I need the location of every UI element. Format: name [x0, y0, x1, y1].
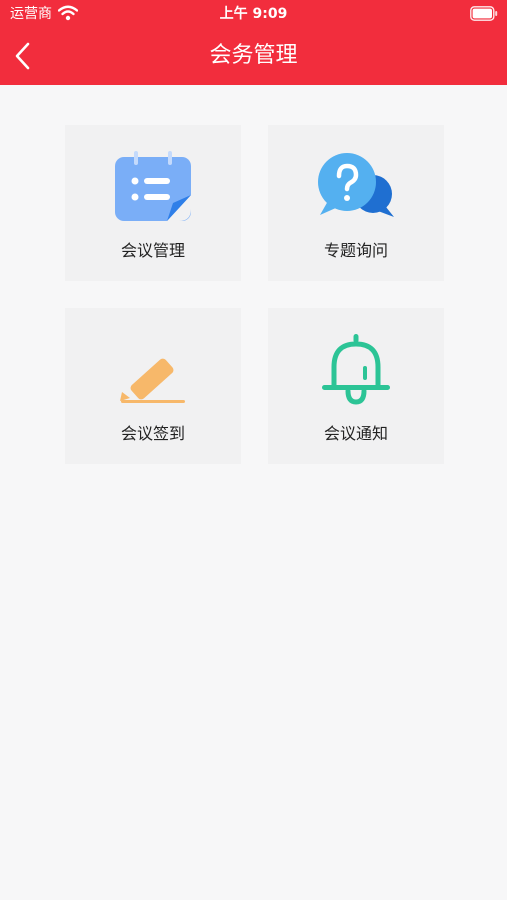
- meeting-notice-tile[interactable]: 会议通知: [268, 308, 444, 464]
- status-bar: 运营商 上午 9:09: [0, 0, 507, 28]
- meeting-management-tile[interactable]: 会议管理: [65, 125, 241, 281]
- status-time: 上午 9:09: [219, 6, 288, 22]
- topic-inquiry-tile[interactable]: 专题询问: [268, 125, 444, 281]
- battery-icon: [470, 6, 498, 21]
- question-chat-icon: [318, 153, 394, 217]
- topic-inquiry-label: 专题询问: [323, 241, 388, 260]
- app-header: 运营商 上午 9:09 会务管理: [0, 0, 507, 85]
- meeting-notice-label: 会议通知: [323, 424, 388, 443]
- calendar-list-icon: [115, 151, 191, 221]
- meeting-management-label: 会议管理: [120, 241, 185, 260]
- meeting-signin-tile[interactable]: 会议签到: [65, 308, 241, 464]
- pencil-icon: [120, 358, 185, 403]
- bell-icon: [322, 334, 390, 405]
- page-title: 会务管理: [209, 43, 298, 68]
- navigation-bar: 会务管理: [0, 28, 507, 85]
- meeting-signin-label: 会议签到: [120, 424, 185, 443]
